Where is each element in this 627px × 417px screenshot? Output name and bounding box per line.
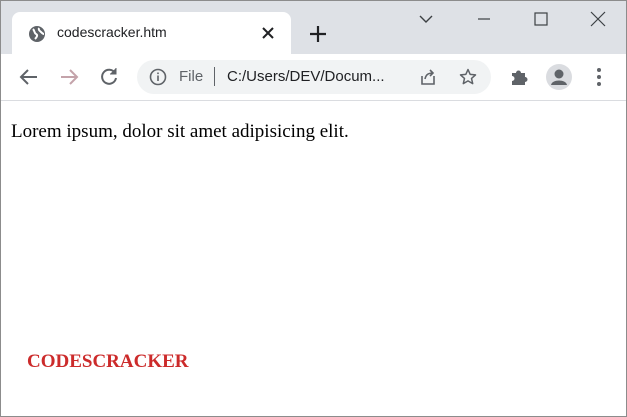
puzzle-icon[interactable] — [508, 66, 530, 88]
close-icon[interactable] — [588, 9, 608, 29]
tab-close-icon[interactable] — [261, 26, 275, 40]
address-bar[interactable]: File C:/Users/DEV/Docum... — [137, 60, 491, 94]
tab-title: codescracker.htm — [57, 24, 167, 40]
tab-strip: codescracker.htm — [1, 1, 626, 54]
scheme-label: File — [179, 68, 204, 85]
url-text[interactable]: C:/Users/DEV/Docum... — [227, 68, 385, 85]
back-arrow-icon[interactable] — [18, 66, 40, 88]
chevron-down-icon[interactable] — [416, 9, 436, 29]
info-icon[interactable] — [149, 68, 167, 86]
browser-toolbar: File C:/Users/DEV/Docum... — [1, 54, 626, 101]
new-tab-icon[interactable] — [308, 24, 328, 44]
bookmark-star-icon[interactable] — [459, 68, 477, 86]
page-content: Lorem ipsum, dolor sit amet adipisicing … — [1, 101, 626, 416]
maximize-icon[interactable] — [531, 9, 551, 29]
brand-text: CODESCRACKER — [27, 351, 189, 372]
browser-window: codescracker.htm File C:/Users/DEV/Docum… — [0, 0, 627, 417]
reload-icon[interactable] — [98, 66, 120, 88]
minimize-icon[interactable] — [474, 9, 494, 29]
forward-arrow-icon[interactable] — [58, 66, 80, 88]
avatar[interactable] — [546, 64, 572, 90]
body-paragraph: Lorem ipsum, dolor sit amet adipisicing … — [11, 121, 349, 142]
share-icon[interactable] — [419, 68, 437, 86]
active-tab[interactable]: codescracker.htm — [12, 12, 291, 54]
kebab-menu-icon[interactable] — [588, 66, 610, 88]
globe-icon — [29, 26, 45, 42]
person-icon — [551, 69, 567, 85]
divider — [214, 67, 215, 86]
